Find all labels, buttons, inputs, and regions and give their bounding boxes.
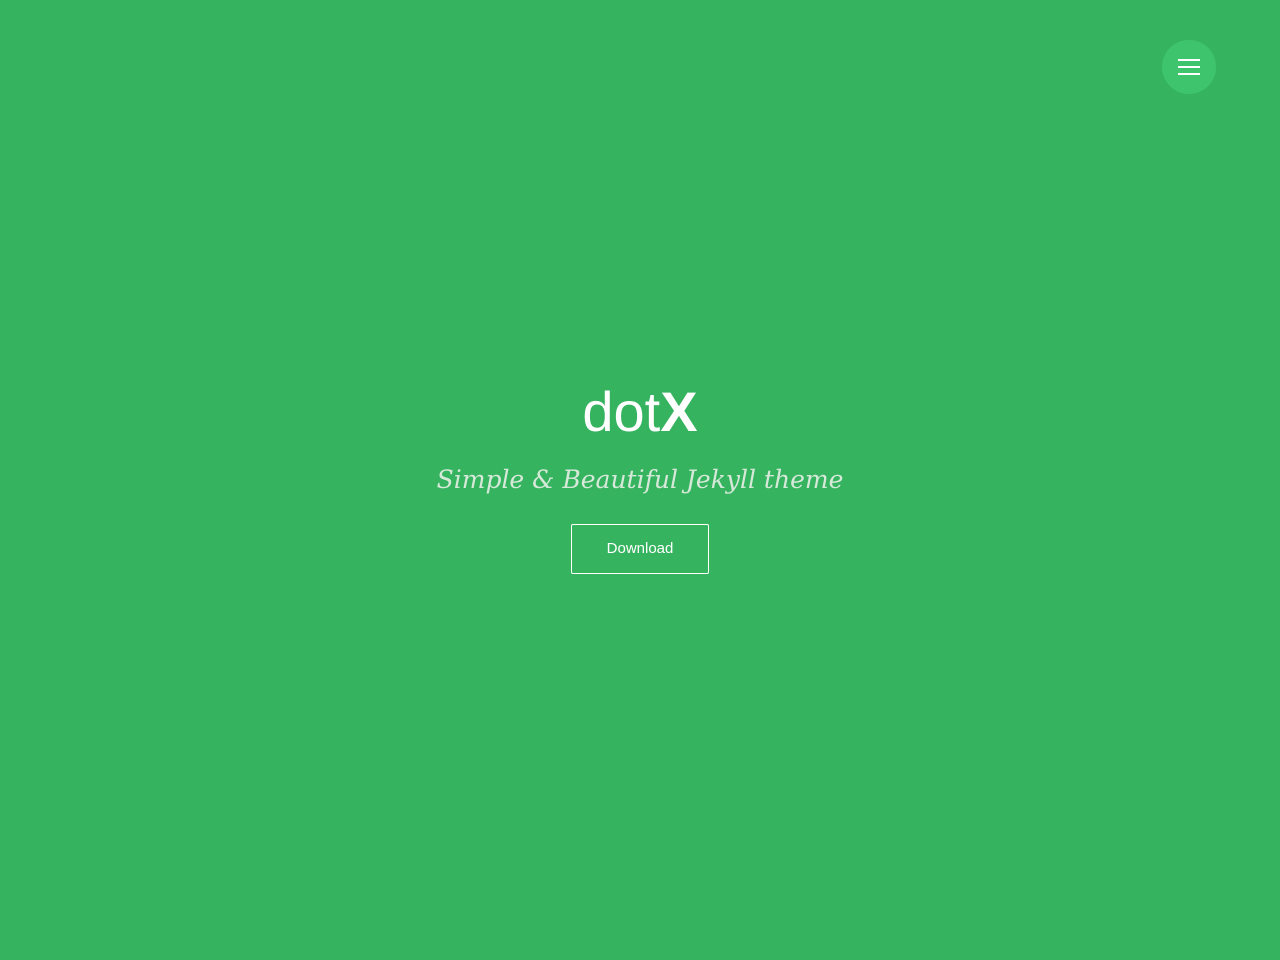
site-logo[interactable]: dotX	[0, 380, 1280, 444]
download-button[interactable]: Download	[571, 524, 709, 574]
hamburger-menu-icon-bar	[1178, 66, 1200, 68]
hamburger-menu-icon-bar	[1178, 73, 1200, 75]
hamburger-menu-icon	[1178, 59, 1200, 61]
hero: dotX Simple & Beautiful Jekyll theme Dow…	[0, 380, 1280, 574]
logo-text-x: X	[660, 380, 698, 443]
tagline: Simple & Beautiful Jekyll theme	[436, 465, 844, 494]
logo-text-dot: dot	[582, 380, 661, 443]
page: dotX Simple & Beautiful Jekyll theme Dow…	[0, 0, 1280, 960]
menu-button[interactable]	[1162, 40, 1216, 94]
